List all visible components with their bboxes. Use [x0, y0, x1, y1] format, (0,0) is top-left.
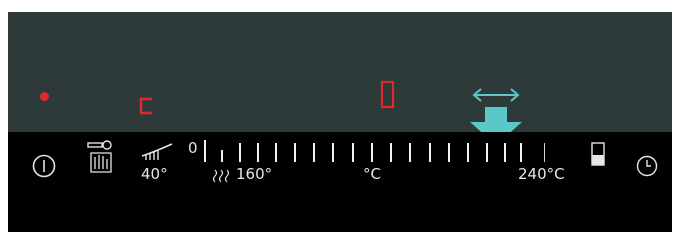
- display-area: [8, 12, 672, 145]
- slider-tick: [239, 143, 241, 162]
- clock-icon[interactable]: [636, 155, 658, 177]
- slider-tick: [448, 143, 450, 162]
- slider-tick: [390, 143, 392, 162]
- oven-control-panel: 40° 160° 0 °C 240°C: [8, 12, 672, 232]
- unit-label: °C: [363, 165, 381, 183]
- slider-tick: [313, 143, 315, 162]
- scale-start-label: 0: [188, 139, 198, 157]
- swipe-hint-double-arrow-icon: [472, 88, 520, 102]
- active-indicator-dot: [40, 92, 49, 101]
- slider-tick: [504, 143, 506, 162]
- slider-tick: [520, 143, 522, 162]
- slider-tick: [204, 140, 206, 162]
- key-hand-lock-icon[interactable]: [86, 139, 114, 177]
- temperature-digit-display: [380, 80, 395, 109]
- slider-tick: [429, 143, 431, 162]
- slider-tick: [275, 143, 277, 162]
- temperature-slider[interactable]: [204, 132, 549, 192]
- slider-tick: [371, 143, 373, 162]
- oven-door-icon[interactable]: [591, 142, 605, 166]
- warming-temp-label: 40°: [141, 165, 168, 183]
- slider-tick: [486, 143, 488, 162]
- slider-tick: [257, 143, 259, 162]
- high-temp-label: 240°C: [518, 165, 565, 183]
- touch-control-strip: 40° 160° 0 °C 240°C: [8, 132, 672, 232]
- power-icon[interactable]: [32, 154, 56, 178]
- slider-tick: [352, 143, 354, 162]
- slider-tick: [294, 143, 296, 162]
- plate-warming-icon[interactable]: [140, 142, 174, 162]
- mode-symbol-display: [139, 97, 152, 115]
- slider-tick: [409, 143, 411, 162]
- slider-tick: [544, 143, 545, 162]
- slider-tick: [332, 143, 334, 162]
- slider-tick: [467, 143, 469, 162]
- slider-tick: [221, 150, 223, 162]
